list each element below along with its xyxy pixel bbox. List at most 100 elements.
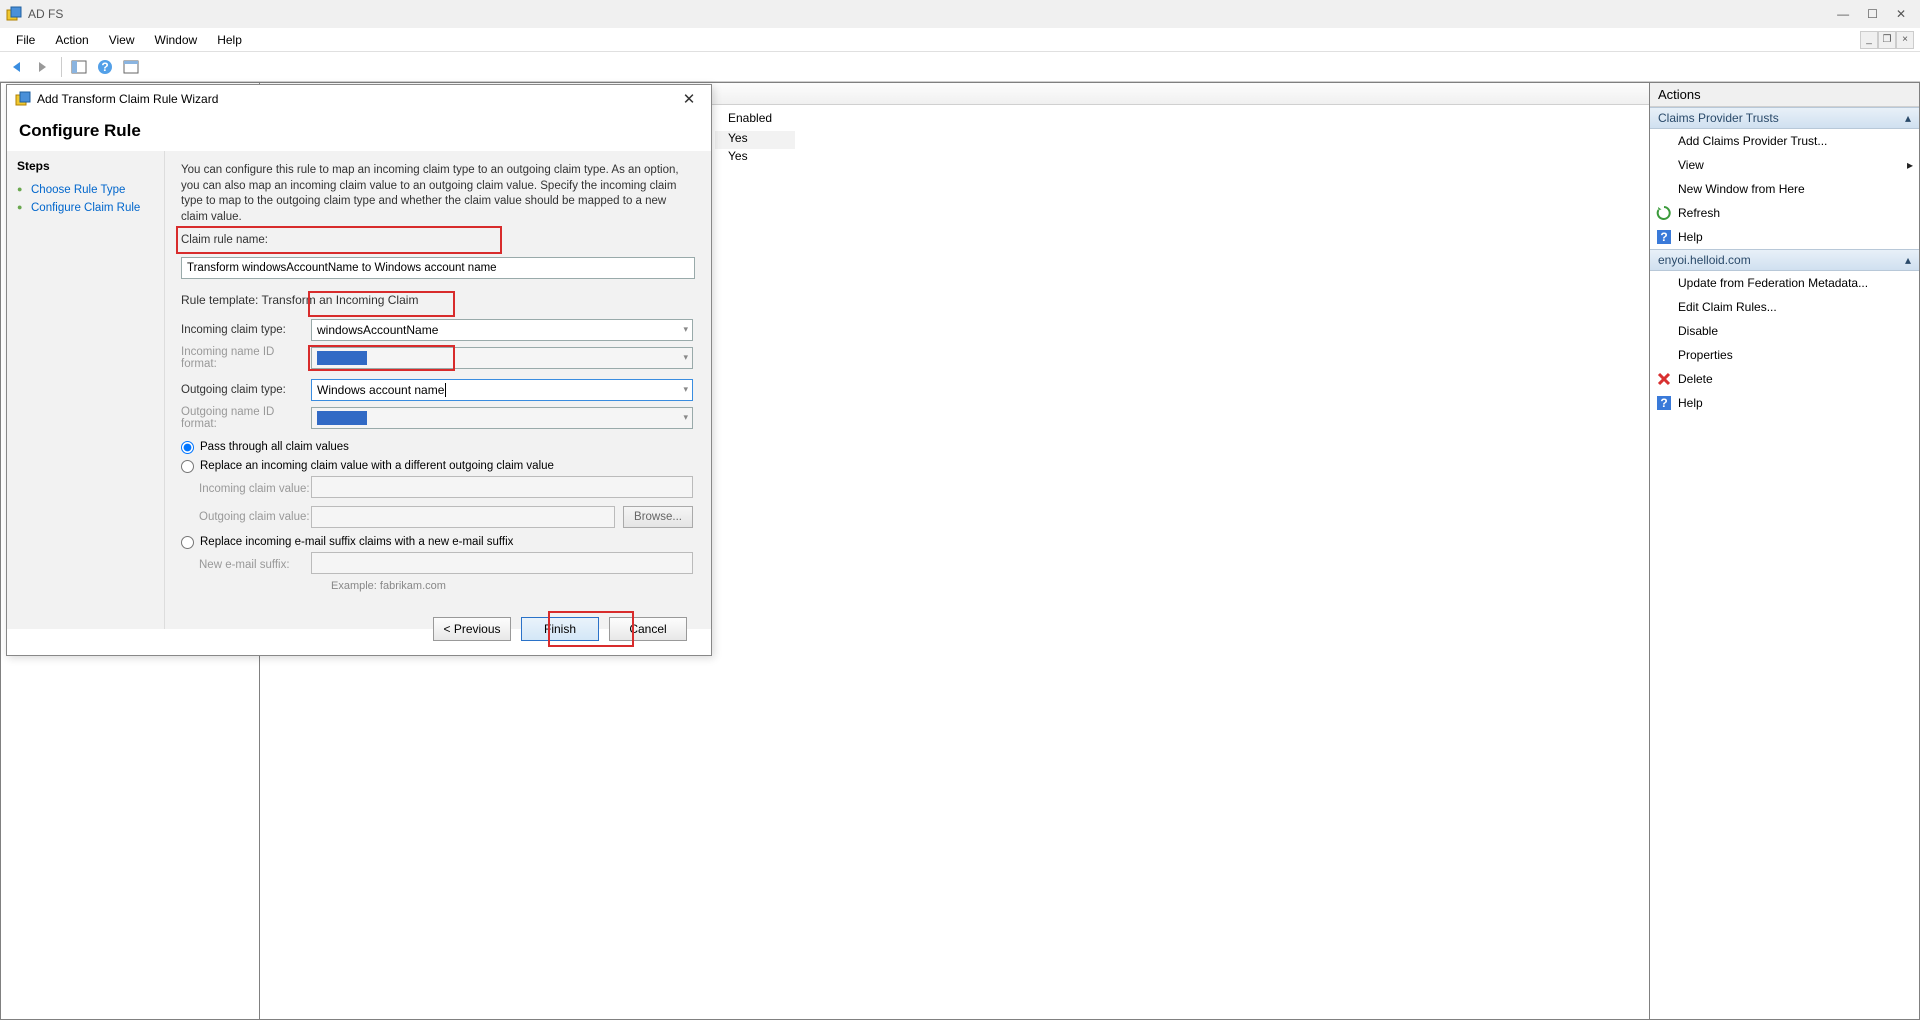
- dialog-title: Add Transform Claim Rule Wizard: [37, 92, 218, 106]
- properties-button[interactable]: [119, 55, 143, 79]
- action-refresh[interactable]: Refresh: [1650, 201, 1919, 225]
- incoming-nameid-label: Incoming name ID format:: [181, 346, 311, 370]
- help-button[interactable]: ?: [93, 55, 117, 79]
- action-new-window[interactable]: New Window from Here: [1650, 177, 1919, 201]
- menubar: File Action View Window Help _ ❐ ×: [0, 28, 1920, 52]
- passthrough-label: Pass through all claim values: [200, 441, 349, 453]
- chevron-down-icon: ▾: [683, 412, 688, 423]
- step-configure-claim-rule[interactable]: Configure Claim Rule: [17, 199, 164, 217]
- browse-button: Browse...: [623, 506, 693, 528]
- actions-group-header-enyoi[interactable]: enyoi.helloid.com ▴: [1650, 249, 1919, 271]
- action-delete[interactable]: Delete: [1650, 367, 1919, 391]
- incoming-nameid-combo: ▾: [311, 347, 693, 369]
- form-pane: You can configure this rule to map an in…: [165, 151, 711, 629]
- incoming-claim-value-label: Incoming claim value:: [199, 483, 311, 495]
- dialog-close-button[interactable]: ✕: [675, 89, 703, 109]
- adfs-app-icon: [6, 6, 22, 22]
- action-help[interactable]: ? Help: [1650, 391, 1919, 415]
- actions-title: Actions: [1650, 83, 1919, 107]
- actions-group-label: enyoi.helloid.com: [1658, 253, 1751, 267]
- cell-enabled: Yes: [715, 149, 795, 167]
- window-title: AD FS: [28, 7, 63, 21]
- incoming-claim-value-input: [311, 476, 693, 498]
- menu-view[interactable]: View: [99, 31, 145, 49]
- help-icon: ?: [1656, 395, 1672, 411]
- new-suffix-label: New e-mail suffix:: [199, 559, 311, 571]
- forward-button[interactable]: [32, 55, 56, 79]
- action-update-federation-metadata[interactable]: Update from Federation Metadata...: [1650, 271, 1919, 295]
- svg-text:?: ?: [1660, 230, 1667, 244]
- intro-text: You can configure this rule to map an in…: [181, 163, 695, 225]
- maximize-button[interactable]: ☐: [1867, 7, 1878, 21]
- chevron-down-icon: ▾: [683, 352, 688, 363]
- list-row[interactable]: Yes: [715, 149, 795, 167]
- dialog-titlebar[interactable]: Add Transform Claim Rule Wizard ✕: [7, 85, 711, 113]
- steps-title: Steps: [17, 159, 164, 173]
- help-icon: ?: [1656, 229, 1672, 245]
- replace-value-label: Replace an incoming claim value with a d…: [200, 460, 554, 472]
- action-add-claims-provider-trust[interactable]: Add Claims Provider Trust...: [1650, 129, 1919, 153]
- mdi-minimize-button[interactable]: _: [1860, 31, 1878, 49]
- toolbar-separator: [61, 57, 62, 77]
- svg-text:?: ?: [101, 60, 108, 74]
- svg-text:?: ?: [1660, 396, 1667, 410]
- mdi-controls: _ ❐ ×: [1860, 31, 1914, 49]
- menu-action[interactable]: Action: [45, 31, 98, 49]
- replace-suffix-label: Replace incoming e-mail suffix claims wi…: [200, 536, 513, 548]
- rule-name-label: Claim rule name:: [181, 233, 695, 249]
- actions-pane: Actions Claims Provider Trusts ▴ Add Cla…: [1650, 82, 1920, 1020]
- refresh-icon: [1656, 205, 1672, 221]
- passthrough-radio[interactable]: [181, 441, 194, 454]
- outgoing-nameid-label: Outgoing name ID format:: [181, 406, 311, 430]
- outgoing-nameid-combo: ▾: [311, 407, 693, 429]
- window-controls: — ☐ ✕: [1837, 7, 1914, 21]
- list-row[interactable]: Yes: [715, 131, 795, 149]
- window-titlebar: AD FS — ☐ ✕: [0, 0, 1920, 28]
- actions-group-header-trusts[interactable]: Claims Provider Trusts ▴: [1650, 107, 1919, 129]
- action-edit-claim-rules[interactable]: Edit Claim Rules...: [1650, 295, 1919, 319]
- incoming-claim-type-combo[interactable]: windowsAccountName ▾: [311, 319, 693, 341]
- action-help[interactable]: ? Help: [1650, 225, 1919, 249]
- toolbar: ?: [0, 52, 1920, 82]
- replace-value-radio[interactable]: [181, 460, 194, 473]
- add-transform-claim-rule-wizard-dialog: Add Transform Claim Rule Wizard ✕ Config…: [6, 84, 712, 656]
- previous-button[interactable]: < Previous: [433, 617, 511, 641]
- chevron-right-icon: ▸: [1907, 158, 1913, 172]
- replace-suffix-radio[interactable]: [181, 536, 194, 549]
- menu-help[interactable]: Help: [207, 31, 252, 49]
- action-properties[interactable]: Properties: [1650, 343, 1919, 367]
- minimize-button[interactable]: —: [1837, 7, 1849, 21]
- menu-file[interactable]: File: [6, 31, 45, 49]
- action-view[interactable]: View ▸: [1650, 153, 1919, 177]
- collapse-arrow-icon: ▴: [1905, 253, 1911, 267]
- menu-window[interactable]: Window: [145, 31, 208, 49]
- close-button[interactable]: ✕: [1896, 7, 1906, 21]
- outgoing-claim-value-input: [311, 506, 615, 528]
- new-suffix-input: [311, 552, 693, 574]
- dialog-header: Configure Rule: [7, 113, 711, 151]
- action-disable[interactable]: Disable: [1650, 319, 1919, 343]
- back-button[interactable]: [6, 55, 30, 79]
- claim-rule-name-input[interactable]: [181, 257, 695, 279]
- step-choose-rule-type[interactable]: Choose Rule Type: [17, 181, 164, 199]
- mdi-close-button[interactable]: ×: [1896, 31, 1914, 49]
- cell-enabled: Yes: [715, 131, 795, 149]
- example-text: Example: fabrikam.com: [331, 580, 695, 592]
- chevron-down-icon: ▾: [683, 324, 688, 335]
- wizard-icon: [15, 91, 31, 107]
- outgoing-claim-value-label: Outgoing claim value:: [199, 511, 311, 523]
- chevron-down-icon: ▾: [683, 384, 688, 395]
- delete-icon: [1656, 371, 1672, 387]
- actions-group-label: Claims Provider Trusts: [1658, 111, 1779, 125]
- incoming-claim-type-label: Incoming claim type:: [181, 324, 311, 336]
- collapse-arrow-icon: ▴: [1905, 111, 1911, 125]
- cancel-button[interactable]: Cancel: [609, 617, 687, 641]
- column-header-enabled[interactable]: Enabled: [728, 111, 772, 125]
- rule-template-label: Rule template: Transform an Incoming Cla…: [181, 293, 695, 307]
- mdi-restore-button[interactable]: ❐: [1878, 31, 1896, 49]
- show-hide-tree-button[interactable]: [67, 55, 91, 79]
- outgoing-claim-type-label: Outgoing claim type:: [181, 384, 311, 396]
- finish-button[interactable]: Finish: [521, 617, 599, 641]
- steps-pane: Steps Choose Rule Type Configure Claim R…: [7, 151, 165, 629]
- outgoing-claim-type-combo[interactable]: Windows account name ▾: [311, 379, 693, 401]
